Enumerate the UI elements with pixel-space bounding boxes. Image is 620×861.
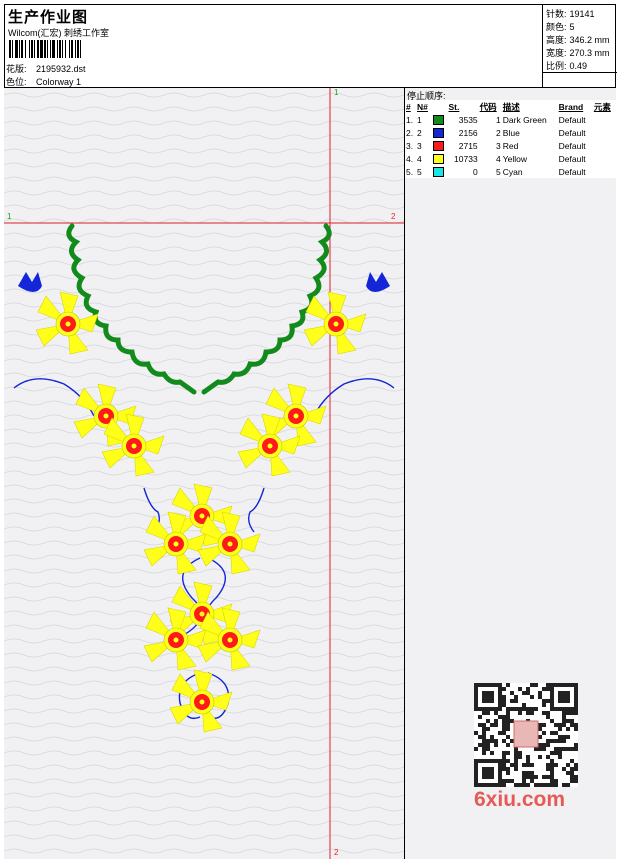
row-swatch — [431, 126, 448, 139]
row-desc: Cyan — [501, 165, 558, 178]
stats-panel: 针数: 19141 颜色: 5 高度: 346.2 mm 宽度: 270.3 mm 比例… — [542, 4, 617, 88]
guide-label-top: 1 — [334, 88, 339, 97]
design-file-line: 花版: 2195932.dst — [6, 62, 86, 75]
row-index: 1. — [405, 113, 417, 126]
col-header-n: N# — [416, 100, 432, 113]
colorway-value: Colorway 1 — [36, 77, 82, 87]
design-file-name: 2195932.dst — [36, 64, 86, 74]
colorway-label: 色位: — [6, 77, 27, 87]
col-header-code: 代码 — [478, 100, 502, 113]
row-needle: 4 — [416, 152, 432, 165]
row-desc: Dark Green — [501, 113, 558, 126]
table-row: 5. 5 0 5 Cyan Default — [405, 165, 616, 178]
stat-stitches: 针数: 19141 — [546, 9, 595, 19]
col-header-brand: Brand — [557, 100, 593, 113]
row-brand: Default — [557, 165, 593, 178]
stat-width: 宽度: 270.3 mm — [546, 48, 610, 58]
row-index: 5. — [405, 165, 417, 178]
row-brand: Default — [557, 113, 593, 126]
row-brand: Default — [557, 152, 593, 165]
col-header-index: # — [405, 100, 417, 113]
row-needle: 1 — [416, 113, 432, 126]
row-element — [592, 152, 616, 165]
row-code: 4 — [478, 152, 502, 165]
row-stitches: 2715 — [447, 139, 479, 152]
row-stitches: 0 — [447, 165, 479, 178]
row-desc: Blue — [501, 126, 558, 139]
guide-label-bottom: 2 — [334, 848, 339, 857]
embroidery-preview — [4, 88, 404, 859]
row-stitches: 2156 — [447, 126, 479, 139]
row-needle: 5 — [416, 165, 432, 178]
guide-label-right: 2 — [391, 212, 396, 221]
row-swatch — [431, 139, 448, 152]
row-swatch — [431, 152, 448, 165]
color-swatch — [432, 166, 444, 177]
design-canvas[interactable]: 1 2 1 2 — [4, 88, 405, 859]
row-desc: Red — [501, 139, 558, 152]
row-stitches: 3535 — [447, 113, 479, 126]
row-element — [592, 165, 616, 178]
studio-name: Wilcom(汇宏) 刺绣工作室 — [8, 28, 109, 38]
row-index: 3. — [405, 139, 417, 152]
watermark-text: 6xiu.com — [474, 788, 566, 811]
row-needle: 3 — [416, 139, 432, 152]
page-title: 生产作业图 — [8, 9, 89, 26]
table-row: 1. 1 3535 1 Dark Green Default — [405, 113, 616, 126]
barcode-icon — [9, 40, 144, 58]
row-desc: Yellow — [501, 152, 558, 165]
color-swatch — [432, 140, 444, 151]
col-header-element: 元素 — [592, 100, 616, 113]
row-stitches: 10733 — [447, 152, 479, 165]
qr-code-icon — [474, 683, 578, 787]
table-row: 4. 4 10733 4 Yellow Default — [405, 152, 616, 165]
table-row: 2. 2 2156 2 Blue Default — [405, 126, 616, 139]
row-code: 2 — [478, 126, 502, 139]
row-brand: Default — [557, 126, 593, 139]
row-index: 4. — [405, 152, 417, 165]
row-swatch — [431, 113, 448, 126]
table-header: # N# St. 代码 描述 Brand 元素 — [405, 100, 616, 113]
row-index: 2. — [405, 126, 417, 139]
col-header-stitches: St. — [447, 100, 479, 113]
design-label: 花版: — [6, 64, 27, 74]
row-code: 3 — [478, 139, 502, 152]
header: 生产作业图 Wilcom(汇宏) 刺绣工作室 花版: 2195932.dst 色位… — [4, 4, 617, 88]
row-needle: 2 — [416, 126, 432, 139]
row-element — [592, 113, 616, 126]
row-swatch — [431, 165, 448, 178]
col-header-desc: 描述 — [501, 100, 558, 113]
stat-colors: 颜色: 5 — [546, 22, 575, 32]
color-swatch — [432, 127, 444, 138]
table-row: 3. 3 2715 3 Red Default — [405, 139, 616, 152]
row-element — [592, 139, 616, 152]
color-sequence-table: # N# St. 代码 描述 Brand 元素 1. 1 3535 1 Dark Gre… — [405, 100, 616, 178]
row-code: 1 — [478, 113, 502, 126]
stat-scale: 比例: 0.49 — [546, 61, 588, 71]
colorway-line: 色位: Colorway 1 — [6, 75, 81, 88]
color-swatch — [432, 114, 444, 125]
color-swatch — [432, 153, 444, 164]
stat-height: 高度: 346.2 mm — [546, 35, 610, 45]
guide-label-left: 1 — [7, 212, 12, 221]
stats-divider — [543, 72, 617, 73]
row-code: 5 — [478, 165, 502, 178]
row-brand: Default — [557, 139, 593, 152]
row-element — [592, 126, 616, 139]
